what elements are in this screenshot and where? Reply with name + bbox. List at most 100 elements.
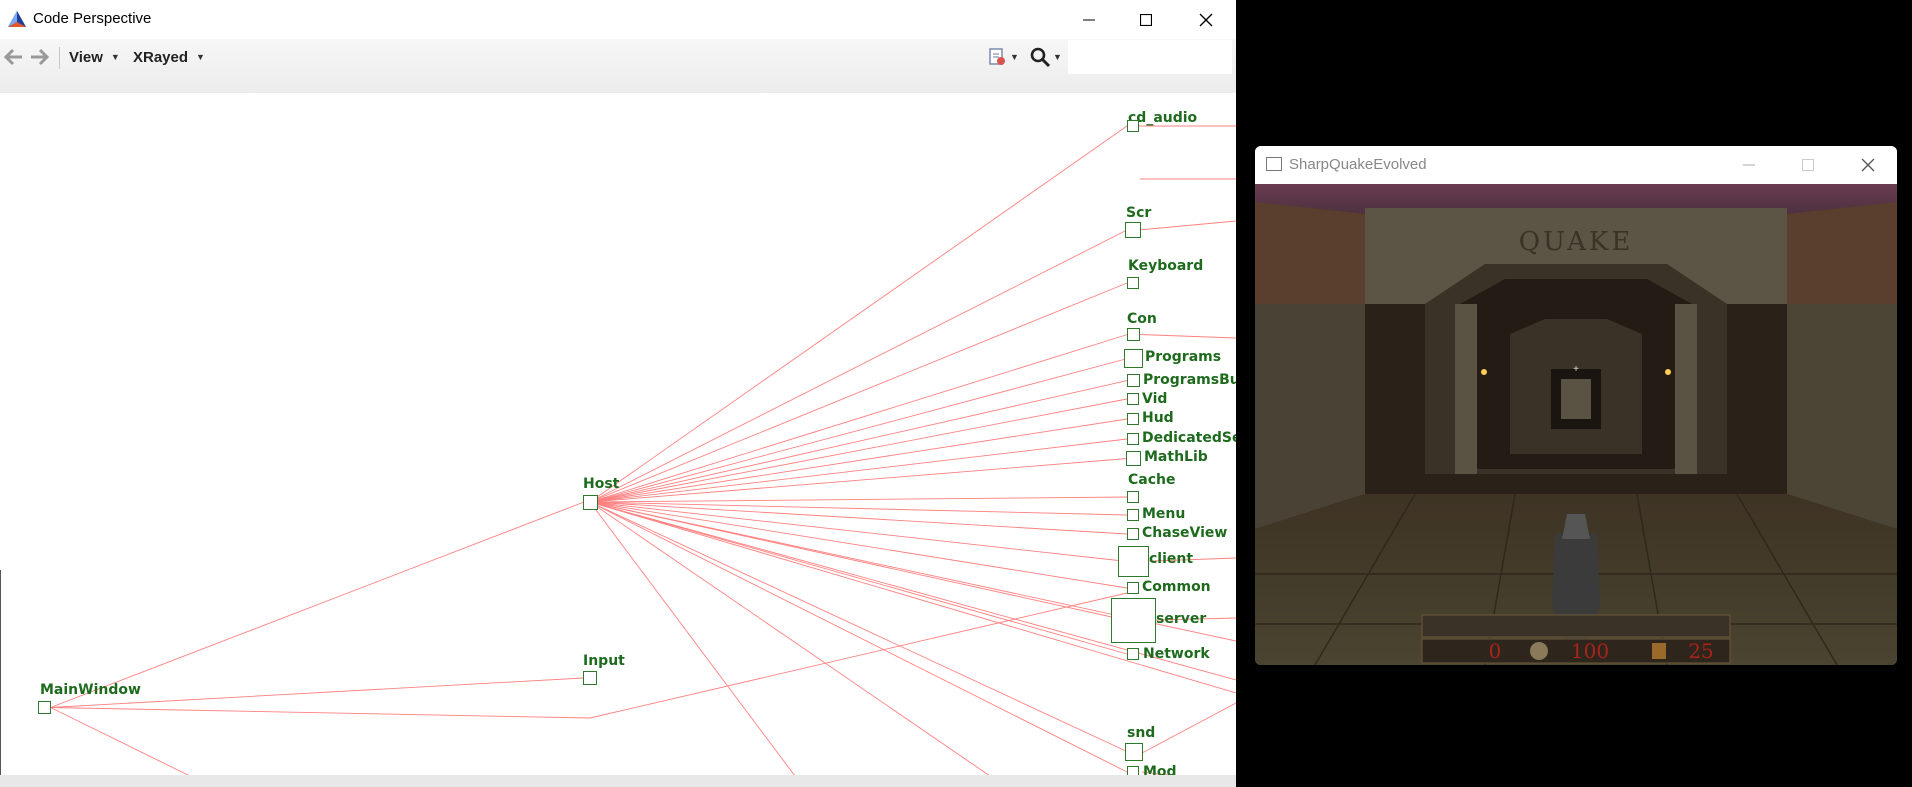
- edge-host-cd_audio: [589, 125, 1128, 503]
- node-box-host[interactable]: [583, 495, 598, 510]
- edge-con-offscreen: [1139, 334, 1236, 339]
- edge-host-cache: [589, 496, 1128, 503]
- edge-mainwindow-offscreen: [50, 707, 191, 776]
- window-title: Code Perspective: [33, 10, 152, 27]
- node-label-vid[interactable]: Vid: [1142, 391, 1167, 407]
- ammo-icon: [1652, 643, 1666, 659]
- node-label-input[interactable]: Input: [583, 653, 625, 669]
- maximize-button[interactable]: [1117, 0, 1174, 39]
- close-button[interactable]: [1177, 0, 1234, 39]
- node-label-mathlib[interactable]: MathLib: [1144, 449, 1208, 465]
- node-label-snd[interactable]: snd: [1127, 725, 1155, 741]
- node-label-keyboard[interactable]: Keyboard: [1128, 258, 1203, 274]
- document-tool-button[interactable]: ▼: [988, 47, 1019, 67]
- node-label-programsbuil[interactable]: ProgramsBuil: [1143, 372, 1236, 388]
- node-box-cache[interactable]: [1127, 491, 1139, 503]
- game-title-bar: SharpQuakeEvolved: [1255, 146, 1897, 184]
- edge-host-snd: [589, 501, 1129, 753]
- search-input[interactable]: [1068, 40, 1232, 74]
- game-viewport[interactable]: QUAKE + 0 100 25: [1255, 184, 1897, 665]
- node-label-client[interactable]: client: [1149, 551, 1193, 567]
- edge-host-programsbuil: [589, 380, 1128, 503]
- node-box-vid[interactable]: [1127, 393, 1139, 405]
- node-box-common[interactable]: [1127, 582, 1139, 594]
- node-label-hud[interactable]: Hud: [1142, 410, 1174, 426]
- edge-host-client: [589, 501, 1128, 562]
- node-box-network[interactable]: [1127, 648, 1139, 660]
- maximize-icon: [1139, 13, 1152, 26]
- node-box-snd[interactable]: [1125, 743, 1143, 761]
- dependency-graph-canvas[interactable]: cd_audio Scr Keyboard Con Programs ProgramsBu…: [0, 93, 1236, 780]
- edge-snd-offscreen: [1141, 702, 1236, 754]
- title-bar: Code Perspective: [0, 0, 1236, 39]
- node-label-common[interactable]: Common: [1142, 579, 1211, 595]
- edge-lower-common: [589, 592, 1128, 719]
- ammo-value: 25: [1688, 639, 1713, 663]
- edge-host-scr: [589, 229, 1128, 503]
- edge-host-menu: [589, 501, 1128, 516]
- search-button[interactable]: ▼: [1029, 46, 1062, 68]
- minimize-icon: [1082, 19, 1095, 20]
- node-box-input[interactable]: [583, 671, 597, 685]
- horizontal-scrollbar[interactable]: [0, 775, 1236, 787]
- node-box-hud[interactable]: [1127, 413, 1139, 425]
- minimize-button[interactable]: [1720, 146, 1778, 184]
- node-box-scr[interactable]: [1125, 222, 1141, 238]
- edge-host-offscreen-3: [589, 501, 1236, 681]
- chevron-down-icon: ▼: [196, 52, 205, 62]
- node-label-menu[interactable]: Menu: [1142, 506, 1185, 522]
- node-box-cd_audio[interactable]: [1127, 120, 1139, 132]
- maximize-icon: [1802, 159, 1814, 171]
- edge-host-network: [589, 501, 1128, 655]
- document-icon: [989, 48, 1005, 65]
- node-box-server[interactable]: [1111, 598, 1156, 643]
- node-box-chaseview[interactable]: [1127, 528, 1139, 540]
- search-icon: [1030, 47, 1051, 68]
- toolbar-separator: [59, 47, 60, 69]
- close-icon: [1861, 158, 1875, 172]
- node-box-mathlib[interactable]: [1126, 451, 1141, 466]
- node-label-cache[interactable]: Cache: [1128, 472, 1175, 488]
- close-button[interactable]: [1839, 146, 1897, 184]
- node-label-mainwindow[interactable]: MainWindow: [40, 682, 141, 698]
- maximize-button[interactable]: [1779, 146, 1837, 184]
- node-box-menu[interactable]: [1127, 509, 1139, 521]
- code-perspective-window: Code Perspective View ▼ XRayed ▼ ▼ ▼ cd_…: [0, 0, 1236, 787]
- minimize-button[interactable]: [1060, 0, 1117, 39]
- edge-host-vid: [589, 398, 1128, 503]
- node-box-programsbuil[interactable]: [1127, 374, 1140, 387]
- toolbar: View ▼ XRayed ▼ ▼ ▼: [0, 39, 1236, 93]
- edge-mainwindow-lower: [50, 707, 591, 719]
- hud-inventory-bar: [1421, 614, 1731, 638]
- node-label-chaseview[interactable]: ChaseView: [1142, 525, 1227, 541]
- node-label-host[interactable]: Host: [583, 476, 619, 492]
- xrayed-menu-label: XRayed: [133, 48, 189, 66]
- edge-host-common: [589, 501, 1128, 589]
- node-label-scr[interactable]: Scr: [1126, 205, 1151, 221]
- node-label-server[interactable]: server: [1156, 611, 1206, 627]
- node-label-network[interactable]: Network: [1143, 646, 1210, 662]
- health-value: 100: [1571, 639, 1609, 663]
- node-label-con[interactable]: Con: [1127, 311, 1157, 327]
- chevron-down-icon: ▼: [1010, 52, 1019, 62]
- node-box-mainwindow[interactable]: [38, 701, 51, 714]
- node-label-dedicatedser[interactable]: DedicatedSer: [1142, 430, 1236, 446]
- node-box-con[interactable]: [1127, 328, 1140, 341]
- edge-scr-offscreen: [1138, 220, 1236, 231]
- edge-host-hud: [589, 418, 1128, 503]
- xrayed-menu[interactable]: XRayed ▼: [133, 45, 205, 69]
- node-box-client[interactable]: [1118, 546, 1149, 577]
- node-box-keyboard[interactable]: [1127, 277, 1139, 289]
- crosshair-icon: +: [1573, 364, 1579, 375]
- window-icon: [1266, 157, 1282, 171]
- back-arrow-icon[interactable]: [2, 47, 24, 67]
- node-box-programs[interactable]: [1124, 349, 1143, 368]
- node-box-dedicatedser[interactable]: [1127, 433, 1139, 445]
- edge-host-chaseview: [589, 501, 1128, 535]
- game-window-title: SharpQuakeEvolved: [1289, 156, 1427, 173]
- canvas-border: [0, 570, 1, 776]
- view-menu[interactable]: View ▼: [69, 45, 120, 69]
- forward-arrow-icon[interactable]: [29, 47, 51, 67]
- edge-host-keyboard: [589, 282, 1128, 503]
- node-label-programs[interactable]: Programs: [1145, 349, 1221, 365]
